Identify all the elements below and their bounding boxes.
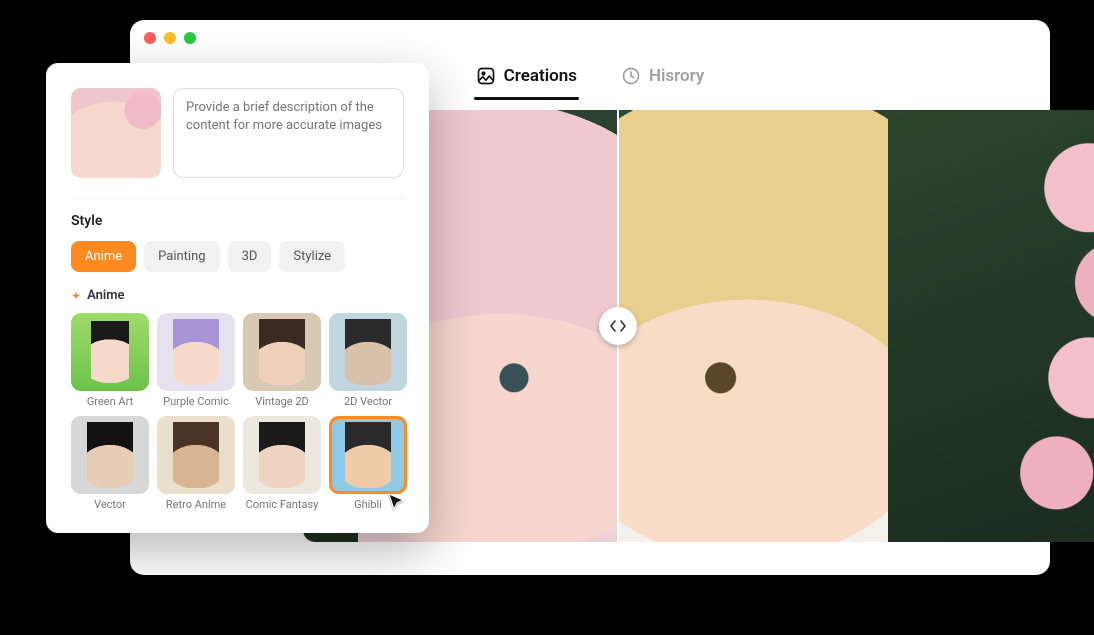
style-section-title: Style [71, 213, 404, 229]
style-vector[interactable]: Vector [71, 416, 149, 511]
style-subhead-label: Anime [87, 288, 124, 303]
style-thumb [243, 416, 321, 494]
chip-3d[interactable]: 3D [228, 241, 272, 272]
config-panel: Style Anime Painting 3D Stylize ✦ Anime … [46, 63, 429, 533]
style-vintage-2d[interactable]: Vintage 2D [243, 313, 321, 408]
creations-icon [476, 66, 496, 86]
style-comic-fantasy[interactable]: Comic Fantasy [243, 416, 321, 511]
chevron-right-icon [619, 320, 627, 332]
style-label: Retro Anime [166, 498, 226, 511]
tab-creations-label: Creations [504, 66, 577, 86]
style-grid: Green Art Purple Comic Vintage 2D 2D Vec… [71, 313, 404, 511]
style-thumb [157, 313, 235, 391]
chip-stylize[interactable]: Stylize [279, 241, 345, 272]
chevron-left-icon [609, 320, 617, 332]
style-subhead: ✦ Anime [71, 288, 404, 303]
chip-anime[interactable]: Anime [71, 241, 136, 272]
section-divider [71, 198, 404, 199]
chip-painting[interactable]: Painting [144, 241, 219, 272]
maximize-window-button[interactable] [184, 32, 196, 44]
history-icon [621, 66, 641, 86]
minimize-window-button[interactable] [164, 32, 176, 44]
tab-history-label: Hisrory [649, 66, 704, 86]
style-green-art[interactable]: Green Art [71, 313, 149, 408]
close-window-button[interactable] [144, 32, 156, 44]
source-image-thumbnail[interactable] [71, 88, 161, 178]
tab-history[interactable]: Hisrory [619, 58, 706, 100]
prompt-input[interactable] [173, 88, 404, 178]
style-purple-comic[interactable]: Purple Comic [157, 313, 235, 408]
style-thumb [329, 416, 407, 494]
style-thumb [329, 313, 407, 391]
style-label: Purple Comic [163, 395, 229, 408]
style-ghibli[interactable]: Ghibli [329, 416, 407, 511]
comparison-slider-handle[interactable] [599, 307, 637, 345]
style-2d-vector[interactable]: 2D Vector [329, 313, 407, 408]
style-category-tabs: Anime Painting 3D Stylize [71, 241, 404, 272]
style-label: 2D Vector [344, 395, 392, 408]
style-label: Ghibli [354, 498, 382, 511]
style-label: Comic Fantasy [246, 498, 319, 511]
style-retro-anime[interactable]: Retro Anime [157, 416, 235, 511]
style-label: Vector [94, 498, 126, 511]
style-thumb [71, 313, 149, 391]
style-thumb [71, 416, 149, 494]
after-image [618, 110, 1094, 542]
flower-hairclip-icon [698, 150, 734, 186]
sparkle-icon: ✦ [71, 289, 81, 303]
style-thumb [157, 416, 235, 494]
style-label: Green Art [87, 395, 133, 408]
window-controls [130, 20, 1050, 52]
style-label: Vintage 2D [255, 395, 308, 408]
tab-creations[interactable]: Creations [474, 58, 579, 100]
style-thumb [243, 313, 321, 391]
